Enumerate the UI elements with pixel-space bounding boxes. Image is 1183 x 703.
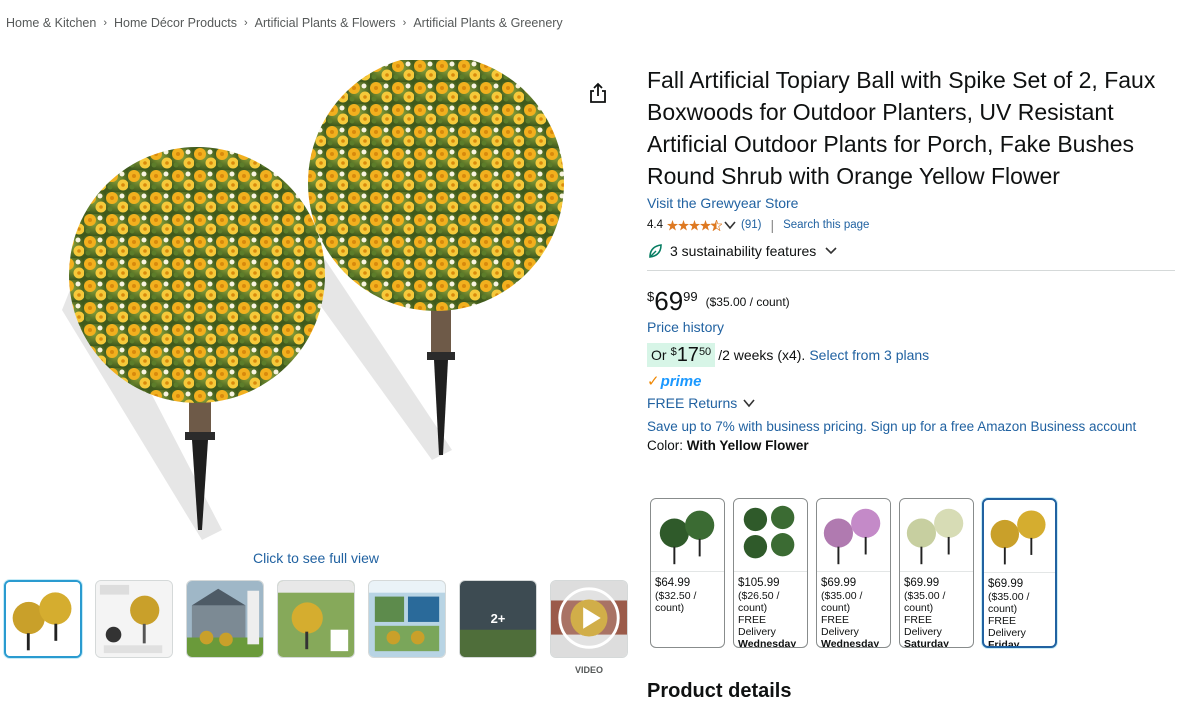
swatch-delivery-day: Wednesday	[821, 638, 880, 648]
chevron-down-icon	[743, 398, 755, 407]
sustainability-label: 3 sustainability features	[670, 243, 817, 259]
select-plans-link[interactable]: Select from 3 plans	[809, 347, 929, 363]
swatch-green-boxwood-2[interactable]: $64.99 ($32.50 / count)	[650, 498, 725, 648]
swatch-price: $64.99	[655, 577, 691, 589]
rating-count-link[interactable]: (91)	[741, 219, 761, 231]
thumbnail-5[interactable]	[368, 580, 446, 658]
swatch-delivery: FREE Delivery	[904, 614, 942, 638]
thumbnail-video[interactable]: VIDEO	[550, 580, 628, 675]
thumbnail-3[interactable]	[186, 580, 264, 658]
thumbnail-2[interactable]	[95, 580, 173, 658]
swatch-unit: ($35.00 / count)	[904, 590, 946, 614]
swatch-delivery-day: Friday	[988, 639, 1020, 648]
free-returns-label: FREE Returns	[647, 395, 738, 411]
main-product-image[interactable]	[62, 55, 582, 550]
thumbnail-1[interactable]	[4, 580, 82, 658]
star-icon	[678, 219, 689, 231]
star-icon	[689, 219, 700, 231]
swatch-delivery-day: Saturday	[904, 638, 949, 648]
swatch-unit: ($35.00 / count)	[821, 590, 863, 614]
product-info-panel: Fall Artificial Topiary Ball with Spike …	[647, 64, 1177, 453]
product-details-heading: Product details	[647, 680, 792, 702]
color-swatches: $64.99 ($32.50 / count) $105.99 ($26.50 …	[650, 498, 1057, 648]
breadcrumb: Home & Kitchen › Home Décor Products › A…	[6, 16, 563, 30]
thumbnail-4[interactable]	[277, 580, 355, 658]
thumbnail-6-more[interactable]: 2+	[459, 580, 537, 658]
swatch-green-boxwood-4[interactable]: $105.99 ($26.50 / count) FREE Delivery W…	[733, 498, 808, 648]
price-block: $ 69 99 ($35.00 / count)	[647, 287, 1177, 315]
swatch-price: $69.99	[821, 577, 857, 589]
sustainability-features[interactable]: 3 sustainability features	[647, 243, 1177, 259]
color-selection-label: Color: With Yellow Flower	[647, 438, 1177, 453]
thumbnail-strip: 2+ VIDEO	[4, 580, 628, 675]
price-history-link[interactable]: Price history	[647, 319, 1177, 335]
business-pricing-link[interactable]: Save up to 7% with business pricing. Sig…	[647, 419, 1177, 434]
swatch-unit: ($26.50 / count)	[738, 590, 780, 614]
star-icon	[700, 219, 711, 231]
price-fraction: 99	[683, 289, 698, 304]
color-selected-value: With Yellow Flower	[686, 438, 809, 453]
swatch-unit: ($35.00 / count)	[988, 591, 1030, 615]
prime-logo: prime	[660, 372, 702, 390]
installment-prefix: Or	[651, 347, 667, 363]
breadcrumb-item-home-decor[interactable]: Home Décor Products	[114, 16, 237, 30]
swatch-delivery: FREE Delivery	[988, 615, 1026, 639]
chevron-right-icon: ›	[243, 17, 248, 29]
swatch-price: $105.99	[738, 577, 780, 589]
chevron-right-icon: ›	[402, 17, 407, 29]
price-whole: 69	[654, 286, 684, 316]
swatch-delivery: FREE Delivery	[738, 614, 776, 638]
swatch-delivery: FREE Delivery	[821, 614, 859, 638]
chevron-down-icon	[825, 247, 837, 255]
rating-row: 4.4 (91) | Search this page	[647, 216, 1177, 234]
product-title: Fall Artificial Topiary Ball with Spike …	[647, 67, 1156, 189]
video-label: VIDEO	[574, 665, 603, 675]
star-icon	[667, 219, 678, 231]
swatch-white-flower[interactable]: $69.99 ($35.00 / count) FREE Delivery Sa…	[899, 498, 974, 648]
store-link[interactable]: Visit the Grewyear Store	[647, 195, 1177, 211]
swatch-unit: ($32.50 / count)	[655, 590, 697, 614]
search-page-link[interactable]: Search this page	[783, 219, 869, 231]
more-images-count: 2+	[490, 611, 506, 626]
divider: |	[770, 217, 775, 233]
prime-check-icon: ✓	[647, 373, 660, 390]
chevron-down-icon[interactable]	[724, 220, 736, 230]
share-icon[interactable]	[588, 82, 608, 104]
swatch-pink-flower[interactable]: $69.99 ($35.00 / count) FREE Delivery We…	[816, 498, 891, 648]
unit-price: ($35.00 / count)	[705, 295, 790, 309]
chevron-right-icon: ›	[103, 17, 107, 29]
rating-value: 4.4	[647, 219, 663, 231]
breadcrumb-item-artificial-plants-greenery[interactable]: Artificial Plants & Greenery	[413, 16, 562, 30]
swatch-delivery-day: Wednesday	[738, 638, 797, 648]
full-view-link[interactable]: Click to see full view	[232, 550, 400, 566]
breadcrumb-item-home-kitchen[interactable]: Home & Kitchen	[6, 16, 96, 30]
swatch-price: $69.99	[988, 578, 1024, 590]
installment-price: Or $ 17 50	[647, 343, 716, 367]
star-rating[interactable]	[667, 219, 722, 231]
swatch-yellow-flower[interactable]: $69.99 ($35.00 / count) FREE Delivery Fr…	[982, 498, 1057, 648]
free-returns-dropdown[interactable]: FREE Returns	[647, 395, 1177, 411]
price-symbol: $	[647, 289, 655, 304]
installment-whole: 17	[676, 344, 699, 366]
swatch-price: $69.99	[904, 577, 940, 589]
installment-row: Or $ 17 50 /2 weeks (x4). Select from 3 …	[647, 343, 1177, 367]
installment-fraction: 50	[698, 346, 712, 358]
prime-badge: ✓ prime	[647, 372, 1177, 391]
color-label: Color:	[647, 438, 684, 453]
leaf-icon	[649, 244, 662, 258]
breadcrumb-item-artificial-plants-flowers[interactable]: Artificial Plants & Flowers	[255, 16, 396, 30]
section-divider	[647, 270, 1175, 271]
star-half-icon	[711, 219, 722, 231]
installment-period: /2 weeks (x4).	[718, 347, 806, 363]
